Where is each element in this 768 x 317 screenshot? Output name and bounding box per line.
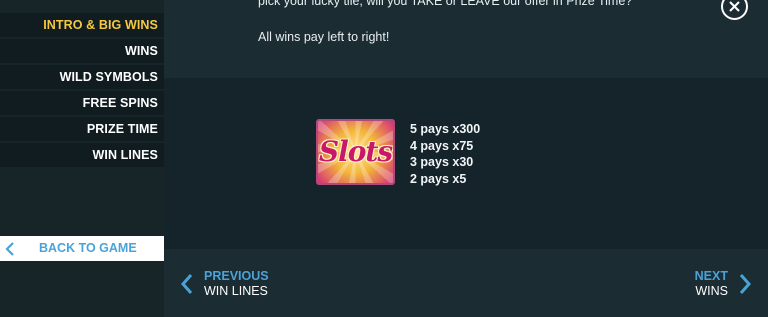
slots-symbol-word: Slots [318, 135, 393, 168]
payout-2: 2 pays x5 [410, 171, 467, 186]
intro-text: pick your lucky tile, will you TAKE or L… [258, 0, 633, 8]
close-icon [729, 1, 740, 12]
payout-list: 5 pays x300 4 pays x75 3 pays x30 2 pays… [410, 121, 480, 187]
previous-subtitle: WIN LINES [204, 284, 268, 298]
back-to-game-label: BACK TO GAME [39, 241, 137, 255]
menu-item-free-spins[interactable]: FREE SPINS [0, 91, 164, 115]
back-to-game-button[interactable]: BACK TO GAME [0, 236, 164, 261]
payout-5: 5 pays x300 [410, 122, 481, 136]
previous-title: PREVIOUS [204, 269, 269, 283]
previous-button[interactable]: PREVIOUS WIN LINES [178, 268, 288, 300]
next-subtitle: WINS [695, 284, 728, 298]
chevron-left-icon [5, 242, 14, 256]
menu-item-prize-time[interactable]: PRIZE TIME [0, 117, 164, 141]
payout-3: 3 pays x30 [410, 155, 474, 169]
next-button[interactable]: NEXT WINS [680, 268, 760, 300]
menu-item-win-lines[interactable]: WIN LINES [0, 143, 164, 167]
next-title: NEXT [694, 269, 728, 283]
slots-symbol: Slots [316, 119, 395, 185]
chevron-left-icon [180, 274, 193, 294]
menu-item-wins[interactable]: WINS [0, 39, 164, 63]
wins-note: All wins pay left to right! [258, 30, 390, 44]
chevron-right-icon [739, 274, 752, 294]
info-text-area [164, 0, 768, 78]
help-sidebar: INTRO & BIG WINS WINS WILD SYMBOLS FREE … [0, 0, 164, 317]
payout-4: 4 pays x75 [410, 138, 474, 153]
menu-item-intro-big-wins[interactable]: INTRO & BIG WINS [0, 13, 164, 37]
menu-item-wild-symbols[interactable]: WILD SYMBOLS [0, 65, 164, 89]
